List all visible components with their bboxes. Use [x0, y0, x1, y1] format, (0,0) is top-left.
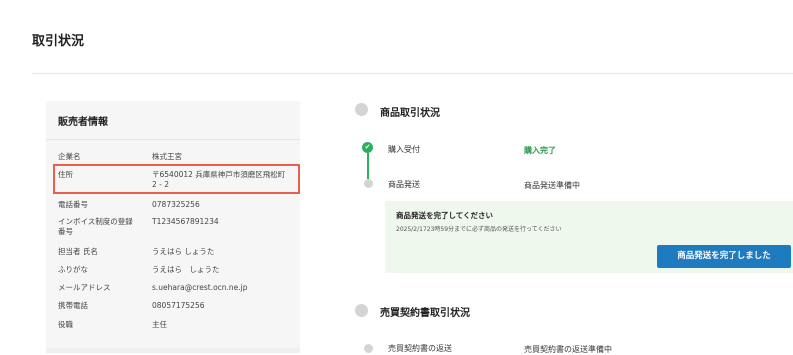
product-status-section-dot [355, 103, 368, 116]
complete-shipping-button[interactable]: 商品発送を完了しました [657, 245, 791, 268]
seller-row-label: 役職 [58, 320, 73, 329]
seller-info-card: 販売者情報 企業名 株式王宮 住所 〒6540012 兵庫県神戸市須磨区飛松町 … [46, 101, 300, 353]
header-divider [32, 73, 793, 74]
step-purchase-label: 購入受付 [388, 145, 420, 154]
product-status-title: 商品取引状況 [380, 108, 440, 119]
seller-row-label: メールアドレス [58, 283, 111, 292]
seller-row-label: 電話番号 [58, 200, 88, 209]
seller-row-value: 0787325256 [152, 200, 200, 209]
seller-card-next-section [46, 348, 300, 353]
seller-row-value: 主任 [152, 320, 167, 329]
seller-row-label: 企業名 [58, 152, 81, 161]
seller-row-label: 携帯電話 [58, 301, 88, 310]
seller-row-label: 担当者 氏名 [58, 247, 98, 256]
seller-info-title: 販売者情報 [58, 117, 108, 128]
shipping-notice-desc: 2025/2/1723時59分までに必ず商品の発送を行ってください [396, 226, 562, 233]
seller-row-value: 株式王宮 [152, 152, 182, 161]
address-highlight-box [53, 164, 300, 194]
contract-status-section-dot [355, 304, 368, 317]
shipping-notice-title: 商品発送を完了してください [396, 211, 494, 220]
check-icon: ✔ [362, 142, 373, 153]
seller-row-value: うえはら しょうた [152, 265, 220, 274]
step-purchase-status: 購入完了 [524, 146, 556, 155]
step-contract-return-status: 売買契約書の返送準備中 [524, 345, 612, 354]
seller-row-value: 08057175256 [152, 301, 205, 310]
step-shipping-label: 商品発送 [388, 180, 420, 189]
step-progress-line [367, 153, 369, 179]
step-contract-return-dot [364, 344, 373, 353]
step-shipping-dot [364, 179, 373, 188]
contract-status-title: 売買契約書取引状況 [380, 308, 470, 319]
seller-row-value: s.uehara@crest.ocn.ne.jp [152, 283, 248, 292]
seller-info-divider [46, 139, 300, 140]
step-contract-return-label: 売買契約書の返送 [388, 344, 452, 353]
page-title: 取引状況 [32, 34, 85, 49]
seller-row-value: うえはら しょうた [152, 247, 215, 256]
seller-row-label: インボイス制度の登録番号 [58, 217, 133, 236]
seller-row-label: ふりがな [58, 265, 88, 274]
step-shipping-status: 商品発送準備中 [524, 181, 580, 190]
shipping-notice-box: 商品発送を完了してください 2025/2/1723時59分までに必ず商品の発送を… [385, 201, 793, 273]
seller-row-value: T1234567891234 [152, 217, 219, 226]
